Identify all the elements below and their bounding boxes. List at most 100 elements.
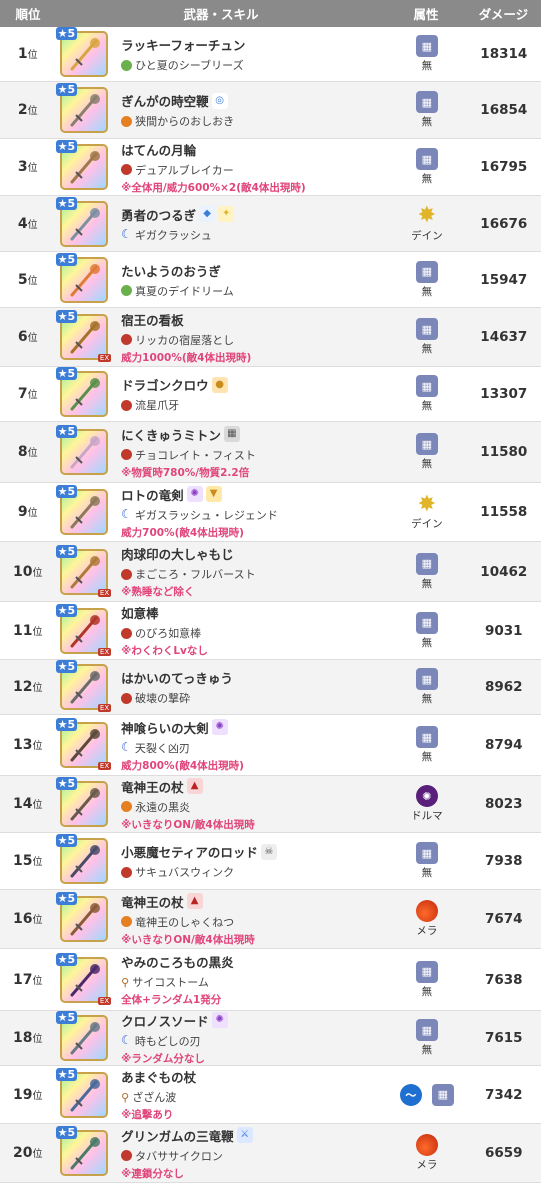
- rank-suffix: 位: [32, 1034, 43, 1045]
- header-weapon: 武器・スキル: [183, 7, 259, 22]
- weapon-name[interactable]: ドラゴンクロウ ●: [121, 375, 387, 394]
- weapon-name-text[interactable]: グリンガムの三竜鞭: [121, 1126, 234, 1145]
- weapon-name[interactable]: 竜神王の杖 ▲: [121, 777, 387, 796]
- weapon-thumbnail[interactable]: ★5: [55, 777, 116, 829]
- mu-attribute-icon: ▦: [415, 433, 438, 455]
- weapon-thumbnail[interactable]: ★5 EX: [55, 310, 116, 362]
- weapon-name[interactable]: ぎんがの時空鞭 ◎: [121, 91, 387, 110]
- weapon-thumbnail[interactable]: ★5: [55, 1067, 116, 1120]
- weapon-name-text[interactable]: ぎんがの時空鞭: [121, 91, 209, 110]
- rarity-star-icon: ★5: [55, 252, 78, 266]
- weapon-name[interactable]: はかいのてっきゅう: [121, 668, 387, 687]
- weapon-name[interactable]: 勇者のつるぎ ◆ ✦: [121, 205, 387, 224]
- rank-cell: 15位: [0, 853, 56, 869]
- weapon-name-text[interactable]: やみのころもの黒炎: [121, 952, 234, 971]
- weapon-name[interactable]: やみのころもの黒炎: [121, 952, 387, 971]
- weapon-name[interactable]: 小悪魔セティアのロッド ☠: [121, 842, 387, 861]
- rarity-star-icon: ★5: [55, 603, 78, 617]
- weapon-thumbnail[interactable]: ★5 EX: [55, 718, 116, 770]
- effect-badge-icon: ▲: [186, 893, 203, 909]
- weapon-thumbnail[interactable]: ★5 EX: [55, 544, 116, 597]
- mu-attribute-icon: ▦: [415, 842, 438, 864]
- weapon-name-text[interactable]: 宿王の看板: [121, 310, 184, 329]
- weapon-name[interactable]: 如意棒: [121, 603, 387, 622]
- weapon-name[interactable]: グリンガムの三竜鞭 ⚔: [121, 1126, 387, 1145]
- rank-number: 3: [17, 159, 28, 175]
- damage-value: 16795: [480, 159, 528, 175]
- weapon-thumbnail[interactable]: ★5 EX: [55, 660, 116, 712]
- rank-number: 12: [13, 679, 33, 695]
- weapon-thumbnail[interactable]: ★5: [55, 27, 116, 79]
- weapon-name-text[interactable]: にくきゅうミトン: [121, 425, 221, 444]
- rarity-star-icon: ★5: [55, 1067, 78, 1081]
- skill-type-icon: ☾: [121, 227, 132, 241]
- skill-note: 全体+ランダム1発分: [121, 994, 222, 1006]
- table-row: 15位 ★5 小悪魔セティアのロッド ☠ サキュバスウィンク ▦ 無 7938: [0, 833, 541, 890]
- weapon-name-text[interactable]: 如意棒: [121, 603, 159, 622]
- weapon-thumbnail[interactable]: ★5: [55, 196, 116, 249]
- weapon-thumbnail[interactable]: ★5: [55, 892, 116, 944]
- attribute-cell: ▦ 無: [387, 91, 466, 129]
- weapon-name[interactable]: 肉球印の大しゃもじ: [121, 544, 387, 563]
- weapon-thumbnail[interactable]: ★5 EX: [55, 603, 116, 656]
- skill-type-icon: [121, 334, 133, 345]
- rank-number: 14: [13, 796, 33, 812]
- weapon-name[interactable]: ロトの竜剣 ✺ ▼: [121, 485, 387, 504]
- attribute-label: 無: [421, 636, 433, 649]
- damage-value: 8023: [484, 796, 523, 812]
- weapon-name[interactable]: 宿王の看板: [121, 310, 387, 329]
- weapon-name[interactable]: 竜神王の杖 ▲: [121, 892, 387, 911]
- weapon-thumbnail[interactable]: ★5 EX: [55, 952, 116, 1005]
- weapon-name[interactable]: にくきゅうミトン ▦: [121, 425, 387, 444]
- weapon-name-text[interactable]: 小悪魔セティアのロッド: [121, 842, 258, 861]
- weapon-thumbnail[interactable]: ★5: [55, 252, 116, 305]
- weapon-name[interactable]: クロノスソード ✺: [121, 1011, 387, 1030]
- attribute-label: 無: [421, 400, 433, 412]
- weapon-thumbnail[interactable]: ★5: [55, 367, 116, 419]
- skill-name: タバササイクロン: [135, 1149, 223, 1163]
- attribute-label: デイン: [411, 518, 443, 530]
- skill-name: サイコストーム: [132, 976, 209, 989]
- weapon-name-text[interactable]: 神喰らいの大剣: [121, 718, 209, 737]
- rank-number: 18: [13, 1030, 33, 1046]
- weapon-thumbnail[interactable]: ★5: [55, 425, 116, 477]
- weapon-thumbnail[interactable]: ★5: [55, 834, 116, 886]
- attribute-cell: ▦ 無: [387, 611, 466, 650]
- rank-number: 8: [17, 444, 28, 460]
- weapon-name[interactable]: 神喰らいの大剣 ✺: [121, 718, 387, 737]
- weapon-name-text[interactable]: ロトの竜剣: [121, 485, 184, 504]
- weapon-name[interactable]: はてんの月輪: [121, 140, 387, 159]
- attribute-cell: 〜 ▦: [387, 1083, 466, 1106]
- weapon-thumbnail[interactable]: ★5: [55, 1011, 116, 1063]
- weapon-name[interactable]: ラッキーフォーチュン: [121, 35, 387, 54]
- skill-note: ※物質時780%/物質2.2倍: [121, 466, 250, 479]
- weapon-thumbnail[interactable]: ★5: [55, 1126, 116, 1178]
- skill-line: サキュバスウィンク: [121, 864, 387, 880]
- weapon-thumbnail[interactable]: ★5: [55, 140, 116, 192]
- skill-note: ※熟睡など除く: [121, 586, 195, 598]
- weapon-name-text[interactable]: たいようのおうぎ: [121, 261, 221, 280]
- skill-line: ☾ ギガクラッシュ: [121, 227, 387, 243]
- rank-cell: 20位: [0, 1145, 56, 1161]
- weapon-thumbnail[interactable]: ★5: [55, 485, 116, 537]
- weapon-name-text[interactable]: ラッキーフォーチュン: [121, 35, 245, 54]
- weapon-name-text[interactable]: 肉球印の大しゃもじ: [121, 544, 234, 563]
- attribute-cell: ▦ 無: [387, 842, 466, 880]
- weapon-name-text[interactable]: 竜神王の杖: [121, 777, 184, 796]
- weapon-name-text[interactable]: クロノスソード: [121, 1011, 209, 1030]
- rarity-star-icon: ★5: [55, 140, 78, 153]
- weapon-name-text[interactable]: 勇者のつるぎ: [121, 205, 196, 224]
- weapon-icon: [70, 963, 100, 996]
- weapon-name[interactable]: たいようのおうぎ: [121, 261, 387, 280]
- weapon-name-text[interactable]: ドラゴンクロウ: [121, 375, 209, 394]
- weapon-name-text[interactable]: あまぐもの杖: [121, 1067, 196, 1086]
- weapon-thumbnail[interactable]: ★5: [55, 83, 116, 135]
- weapon-name-text[interactable]: はかいのてっきゅう: [121, 668, 233, 687]
- weapon-name[interactable]: あまぐもの杖: [121, 1067, 387, 1086]
- table-row: 7位 ★5 ドラゴンクロウ ● 流星爪牙 ▦ 無 13307: [0, 367, 541, 422]
- attribute-cell: ▦ 無: [387, 960, 466, 999]
- weapon-name-text[interactable]: 竜神王の杖: [121, 892, 184, 911]
- skill-note: ※追撃あり: [121, 1109, 174, 1121]
- skill-line: 流星爪牙: [121, 397, 387, 413]
- weapon-name-text[interactable]: はてんの月輪: [121, 140, 196, 159]
